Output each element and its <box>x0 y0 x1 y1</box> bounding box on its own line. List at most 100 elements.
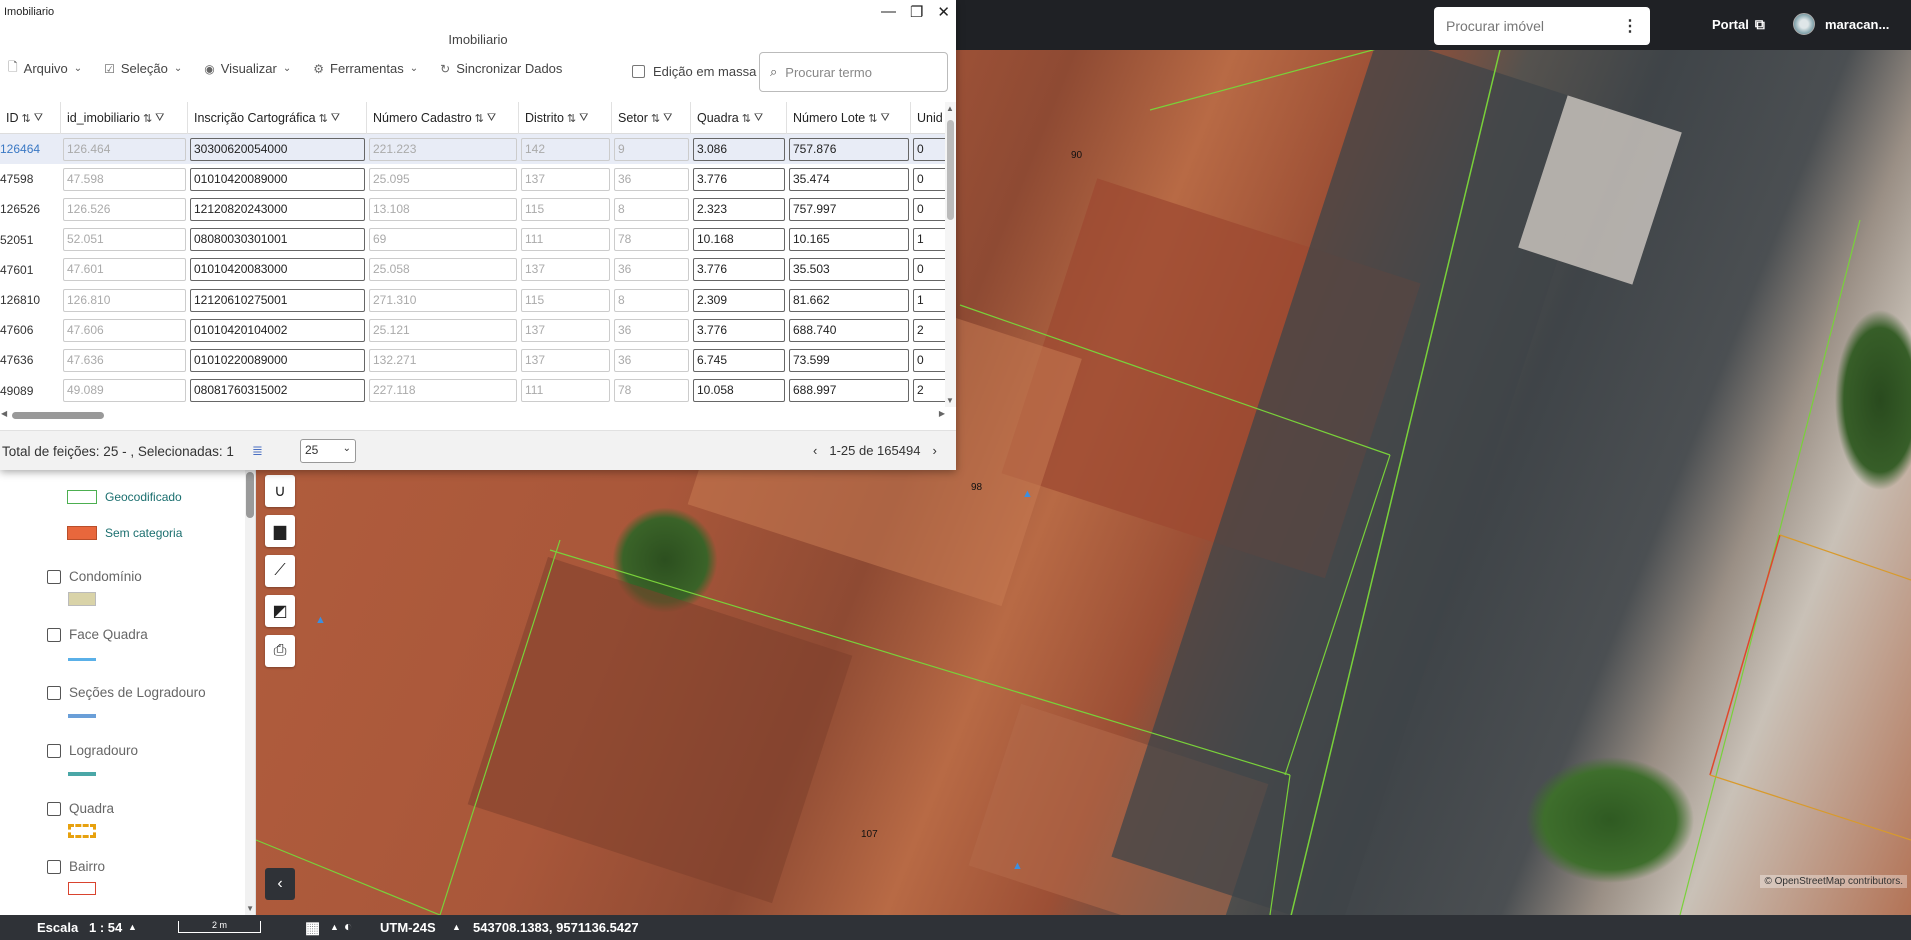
layer-panel-scrollbar[interactable]: ▼ <box>245 470 255 915</box>
cell-input[interactable]: 36 <box>614 167 689 191</box>
user-menu[interactable]: maracan... <box>1793 13 1889 35</box>
term-search-input[interactable]: ⌕ Procurar termo <box>759 52 948 92</box>
col-header-quadra[interactable]: Quadra ⇅ ⛛ <box>691 102 787 134</box>
menu-selecao[interactable]: ☑ Seleção ⌄ <box>104 61 182 76</box>
prev-page-icon[interactable]: ‹ <box>813 443 817 458</box>
cell-input[interactable]: 36 <box>614 348 689 372</box>
cell-input[interactable]: 2 <box>913 318 945 342</box>
cell-input[interactable]: 6.745 <box>693 348 785 372</box>
cell-input[interactable]: 78 <box>614 228 689 252</box>
menu-visualizar[interactable]: ◉ Visualizar ⌄ <box>204 61 291 76</box>
cell-input[interactable]: 25.095 <box>369 167 517 191</box>
scrollbar-thumb[interactable] <box>12 412 104 419</box>
close-icon[interactable]: ✕ <box>937 3 950 21</box>
cell-input[interactable]: 12120820243000 <box>190 197 365 221</box>
cell-input[interactable]: 3.776 <box>693 258 785 282</box>
cell-input[interactable]: 757.876 <box>789 137 909 161</box>
table-row[interactable]: 52051 52.051 08080030301001 69 111 78 10.168 10… <box>0 225 945 255</box>
table-horizontal-scrollbar[interactable]: ◀ ▶ <box>0 409 945 421</box>
cell-input[interactable]: 36 <box>614 318 689 342</box>
col-header-inscricao[interactable]: Inscrição Cartográfica ⇅ ⛛ <box>188 102 367 134</box>
cell-input[interactable]: 688.740 <box>789 318 909 342</box>
cell-input[interactable]: 69 <box>369 228 517 252</box>
cell-input[interactable]: 111 <box>521 228 610 252</box>
cell-input[interactable]: 688.997 <box>789 379 909 403</box>
cell-input[interactable]: 52.051 <box>63 228 186 252</box>
contrast-icon[interactable]: ◐ <box>344 918 352 934</box>
cell-input[interactable]: 227.118 <box>369 379 517 403</box>
scrollbar-thumb[interactable] <box>947 120 954 220</box>
cell-input[interactable]: 1 <box>913 228 945 252</box>
scale-caret-icon[interactable]: ▲ <box>128 922 137 932</box>
menu-arquivo[interactable]: 🗋 Arquivo ⌄ <box>8 58 82 79</box>
grid-icon[interactable]: ▦ <box>305 918 320 938</box>
cell-input[interactable]: 221.223 <box>369 137 517 161</box>
bulk-edit-toggle[interactable]: Edição em massa <box>632 64 756 79</box>
table-row[interactable]: 47601 47.601 01010420083000 25.058 137 36 3.77… <box>0 255 945 285</box>
next-page-icon[interactable]: › <box>932 443 936 458</box>
cell-input[interactable]: 132.271 <box>369 348 517 372</box>
layer-checkbox[interactable] <box>47 685 61 700</box>
cell-input[interactable]: 2.323 <box>693 197 785 221</box>
cell-input[interactable]: 137 <box>521 258 610 282</box>
layer-checkbox[interactable] <box>47 627 61 642</box>
scroll-down-icon[interactable]: ▼ <box>946 396 954 405</box>
cell-input[interactable]: 115 <box>521 288 610 312</box>
cell-input[interactable]: 8 <box>614 288 689 312</box>
cell-input[interactable]: 757.997 <box>789 197 909 221</box>
cell-input[interactable]: 47.606 <box>63 318 186 342</box>
cell-input[interactable]: 01010420089000 <box>190 167 365 191</box>
table-row[interactable]: 47606 47.606 01010420104002 25.121 137 36 3.77… <box>0 315 945 345</box>
menu-ferramentas[interactable]: ⚙ Ferramentas ⌄ <box>313 61 418 76</box>
layer-checkbox[interactable] <box>47 569 61 584</box>
cell-input[interactable]: 01010420083000 <box>190 258 365 282</box>
cell-input[interactable]: 2.309 <box>693 288 785 312</box>
col-header-unid[interactable]: Unid <box>911 102 945 134</box>
cell-input[interactable]: 137 <box>521 348 610 372</box>
cell-input[interactable]: 08081760315002 <box>190 379 365 403</box>
cell-input[interactable]: 08080030301001 <box>190 228 365 252</box>
col-header-numero-lote[interactable]: Número Lote ⇅ ⛛ <box>787 102 911 134</box>
briefcase-icon[interactable]: ▆ <box>265 515 295 547</box>
property-search-input[interactable]: Procurar imóvel ⋮ <box>1434 7 1650 45</box>
table-row[interactable]: 47636 47.636 01010220089000 132.271 137 36 6.7… <box>0 345 945 375</box>
cell-input[interactable]: 10.058 <box>693 379 785 403</box>
measure-ruler-icon[interactable]: ⟋ <box>265 555 295 587</box>
cell-input[interactable]: 0 <box>913 197 945 221</box>
layer-checkbox[interactable] <box>47 859 61 874</box>
cell-input[interactable]: 10.168 <box>693 228 785 252</box>
cell-input[interactable]: 111 <box>521 379 610 403</box>
table-row[interactable]: 126810 126.810 12120610275001 271.310 115 8 2.… <box>0 285 945 315</box>
table-row[interactable]: 47598 47.598 01010420089000 25.095 137 36 3.77… <box>0 164 945 194</box>
snap-magnet-icon[interactable]: ∪ <box>265 475 295 507</box>
selection-list-icon[interactable]: ≣ <box>252 443 263 459</box>
col-header-setor[interactable]: Setor ⇅ ⛛ <box>612 102 691 134</box>
map-point-icon[interactable]: ▲ <box>315 614 326 626</box>
map-point-icon[interactable]: ▲ <box>1012 860 1023 872</box>
layer-checkbox[interactable] <box>47 743 61 758</box>
basemap-icon[interactable]: ◩ <box>265 595 295 627</box>
col-header-numero-cadastro[interactable]: Número Cadastro ⇅ ⛛ <box>367 102 519 134</box>
layer-checkbox[interactable] <box>47 801 61 816</box>
portal-link[interactable]: Portal ⧉ <box>1712 16 1765 33</box>
cell-input[interactable]: 01010420104002 <box>190 318 365 342</box>
col-header-id-imobiliario[interactable]: id_imobiliario ⇅ ⛛ <box>61 102 188 134</box>
cell-input[interactable]: 01010220089000 <box>190 348 365 372</box>
cell-input[interactable]: 0 <box>913 258 945 282</box>
cell-input[interactable]: 73.599 <box>789 348 909 372</box>
cell-input[interactable]: 137 <box>521 318 610 342</box>
cell-input[interactable]: 115 <box>521 197 610 221</box>
print-icon[interactable]: ⎙ <box>265 635 295 667</box>
cell-input[interactable]: 35.474 <box>789 167 909 191</box>
page-size-select[interactable]: 25 ⌄ <box>300 439 356 463</box>
cell-input[interactable]: 25.058 <box>369 258 517 282</box>
cell-input[interactable]: 47.598 <box>63 167 186 191</box>
scroll-left-icon[interactable]: ◀ <box>1 409 7 418</box>
cell-input[interactable]: 13.108 <box>369 197 517 221</box>
scrollbar-thumb[interactable] <box>246 472 254 518</box>
scroll-up-icon[interactable]: ▲ <box>946 104 954 113</box>
grid-caret-icon[interactable]: ▲ <box>330 922 339 932</box>
cell-input[interactable]: 142 <box>521 137 610 161</box>
cell-input[interactable]: 2 <box>913 379 945 403</box>
cell-input[interactable]: 137 <box>521 167 610 191</box>
